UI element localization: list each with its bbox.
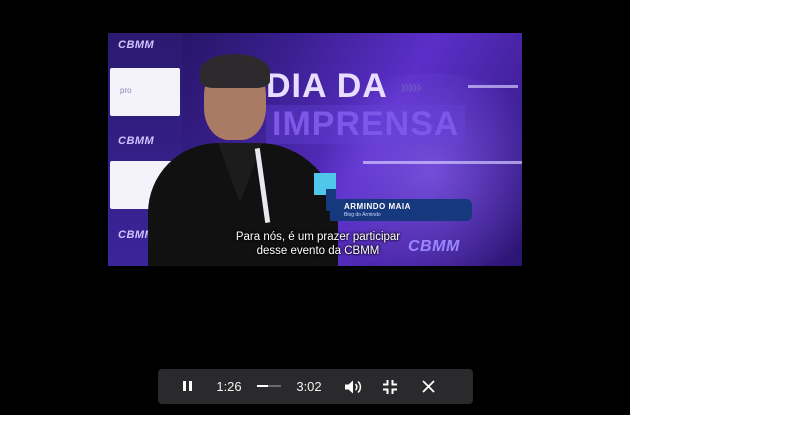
lower-third-role: Blog do Armindo [344, 212, 381, 218]
chevron-decoration-icon: ››››› [400, 77, 422, 97]
player-control-bar: 1:26 3:02 [158, 369, 473, 404]
backdrop-stripe [363, 161, 522, 164]
video-player-stage: CBMM pro CBMM CBMM ››››› DIA DA IMPRENSA… [0, 0, 630, 415]
close-button[interactable] [419, 369, 437, 404]
volume-icon [345, 380, 362, 393]
pause-icon [181, 378, 193, 396]
seek-slider[interactable] [257, 385, 281, 387]
exit-fullscreen-button[interactable] [381, 369, 399, 404]
video-frame[interactable]: CBMM pro CBMM CBMM ››››› DIA DA IMPRENSA… [108, 33, 522, 266]
subtitle-line-1: Para nós, é um prazer participar [235, 231, 401, 243]
duration: 3:02 [296, 379, 322, 394]
current-time: 1:26 [216, 379, 242, 394]
backdrop-card-text: pro [120, 86, 132, 95]
exit-fullscreen-icon [383, 379, 397, 394]
speaker-hair [200, 54, 270, 88]
pause-button[interactable] [178, 369, 196, 404]
lower-third-name: ARMINDO MAIA [344, 202, 411, 211]
backdrop-stripe [468, 85, 518, 88]
seek-slider-progress [257, 385, 269, 387]
volume-button[interactable] [342, 369, 364, 404]
subtitle-line-2: desse evento da CBMM [256, 245, 380, 257]
close-icon [421, 380, 435, 393]
